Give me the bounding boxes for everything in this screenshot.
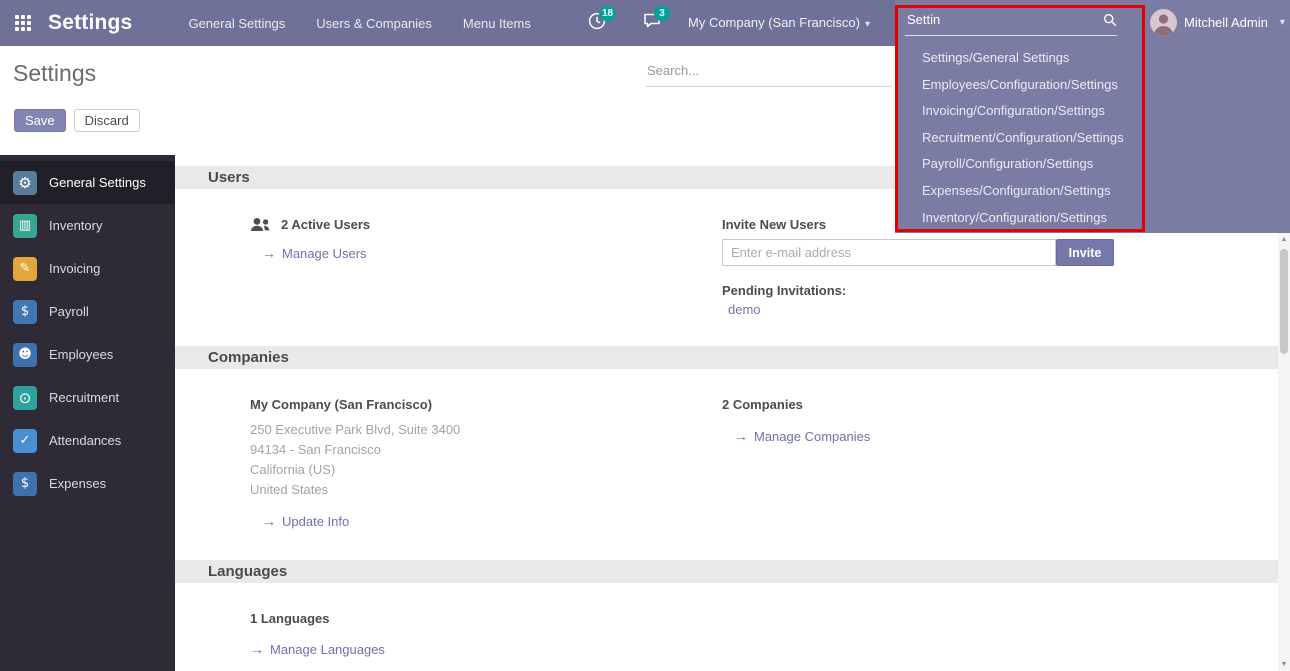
people-icon: ☻ [13, 343, 37, 367]
update-info-link[interactable]: → Update Info [262, 513, 349, 529]
sidebar-item-label: Attendances [49, 433, 121, 448]
odoo-settings-screen: Settings General Settings Users & Compan… [0, 0, 1290, 671]
invite-button[interactable]: Invite [1056, 239, 1114, 266]
payroll-icon: $ [13, 300, 37, 324]
scroll-up-arrow[interactable]: ▲ [1278, 236, 1290, 243]
sidebar-item-label: Invoicing [49, 261, 100, 276]
search-suggestion-list: Settings/General Settings Employees/Conf… [895, 45, 1290, 231]
menu-item-users-companies[interactable]: Users & Companies [310, 12, 438, 35]
discard-button[interactable]: Discard [74, 109, 140, 132]
settings-sidebar: ⚙ General Settings ▥ Inventory ✎ Invoici… [0, 155, 175, 671]
messages-systray-button[interactable]: 3 [643, 12, 661, 34]
sidebar-item-label: Recruitment [49, 390, 119, 405]
user-menu[interactable]: Mitchell Admin ▾ [1150, 9, 1285, 36]
settings-search-field [645, 62, 892, 87]
sidebar-item-label: Inventory [49, 218, 102, 233]
pencil-doc-icon: ✎ [13, 257, 37, 281]
section-title: Users [208, 169, 250, 186]
invite-email-input[interactable] [722, 239, 1056, 266]
section-companies: My Company (San Francisco) 250 Executive… [175, 369, 1278, 560]
page-title: Settings [13, 60, 96, 87]
scroll-down-arrow[interactable]: ▼ [1278, 661, 1290, 668]
magnifier-icon: ⊙ [13, 386, 37, 410]
global-search-input[interactable] [905, 11, 1085, 28]
boxes-icon: ▥ [13, 214, 37, 238]
chevron-down-icon: ▾ [1280, 17, 1285, 28]
activity-systray-button[interactable]: 18 [588, 12, 606, 35]
sidebar-item-expenses[interactable]: $ Expenses [0, 462, 175, 505]
manage-companies-link[interactable]: → Manage Companies [734, 428, 870, 444]
sidebar-item-invoicing[interactable]: ✎ Invoicing [0, 247, 175, 290]
gear-icon: ⚙ [13, 171, 37, 195]
menu-item-menu-items[interactable]: Menu Items [457, 12, 537, 35]
manage-users-link[interactable]: → Manage Users [262, 245, 367, 261]
search-suggestion[interactable]: Payroll/Configuration/Settings [922, 151, 1290, 178]
section-header-languages: Languages [175, 560, 1278, 583]
company-switcher[interactable]: My Company (San Francisco)▾ [688, 15, 870, 30]
section-header-companies: Companies [175, 346, 1278, 369]
arrow-right-icon: → [262, 513, 276, 529]
company-name: My Company (San Francisco) [250, 397, 722, 412]
settings-search-input[interactable] [645, 62, 892, 79]
search-suggestion[interactable]: Inventory/Configuration/Settings [922, 205, 1290, 232]
company-address: 250 Executive Park Blvd, Suite 3400 9413… [250, 420, 722, 500]
message-count-badge: 3 [654, 6, 670, 21]
section-title: Companies [208, 349, 289, 366]
arrow-right-icon: → [250, 641, 264, 657]
pending-invitations-label: Pending Invitations: [722, 283, 1182, 298]
search-suggestion[interactable]: Invoicing/Configuration/Settings [922, 98, 1290, 125]
chevron-down-icon: ▾ [865, 19, 870, 30]
sidebar-item-recruitment[interactable]: ⊙ Recruitment [0, 376, 175, 419]
sidebar-item-label: Payroll [49, 304, 89, 319]
section-title: Languages [208, 563, 287, 580]
global-search-field [905, 11, 1117, 36]
scrollbar-thumb[interactable] [1280, 249, 1288, 354]
search-suggestion[interactable]: Recruitment/Configuration/Settings [922, 125, 1290, 152]
sidebar-item-label: General Settings [49, 175, 146, 190]
sidebar-item-employees[interactable]: ☻ Employees [0, 333, 175, 376]
vertical-scrollbar[interactable]: ▲ ▼ [1278, 233, 1290, 671]
sidebar-item-payroll[interactable]: $ Payroll [0, 290, 175, 333]
companies-count: 2 Companies [722, 397, 1182, 412]
languages-count: 1 Languages [250, 611, 722, 626]
app-title: Settings [48, 11, 132, 35]
save-button[interactable]: Save [14, 109, 66, 132]
apps-menu-button[interactable] [0, 0, 46, 46]
avatar [1150, 9, 1177, 36]
arrow-right-icon: → [734, 428, 748, 444]
users-icon [250, 217, 272, 232]
search-suggestion[interactable]: Expenses/Configuration/Settings [922, 178, 1290, 205]
control-buttons: Save Discard [14, 109, 140, 132]
search-suggestion[interactable]: Settings/General Settings [922, 45, 1290, 72]
search-icon[interactable] [1103, 13, 1117, 27]
sidebar-item-inventory[interactable]: ▥ Inventory [0, 204, 175, 247]
section-languages: 1 Languages → Manage Languages [175, 583, 1278, 657]
activity-count-badge: 18 [599, 6, 616, 21]
manage-languages-link[interactable]: → Manage Languages [250, 641, 385, 657]
sidebar-item-attendances[interactable]: ✓ Attendances [0, 419, 175, 462]
arrow-right-icon: → [262, 245, 276, 261]
user-name: Mitchell Admin [1184, 15, 1268, 30]
menu-item-general-settings[interactable]: General Settings [182, 12, 291, 35]
pending-user-link[interactable]: demo [722, 302, 761, 317]
active-users-count: 2 Active Users [281, 217, 370, 232]
search-suggestion[interactable]: Employees/Configuration/Settings [922, 72, 1290, 99]
app-menu: General Settings Users & Companies Menu … [182, 12, 536, 35]
sidebar-item-label: Employees [49, 347, 113, 362]
sidebar-item-general-settings[interactable]: ⚙ General Settings [0, 161, 175, 204]
check-icon: ✓ [13, 429, 37, 453]
apps-grid-icon [15, 15, 31, 31]
dollar-icon: $ [13, 472, 37, 496]
sidebar-item-label: Expenses [49, 476, 106, 491]
